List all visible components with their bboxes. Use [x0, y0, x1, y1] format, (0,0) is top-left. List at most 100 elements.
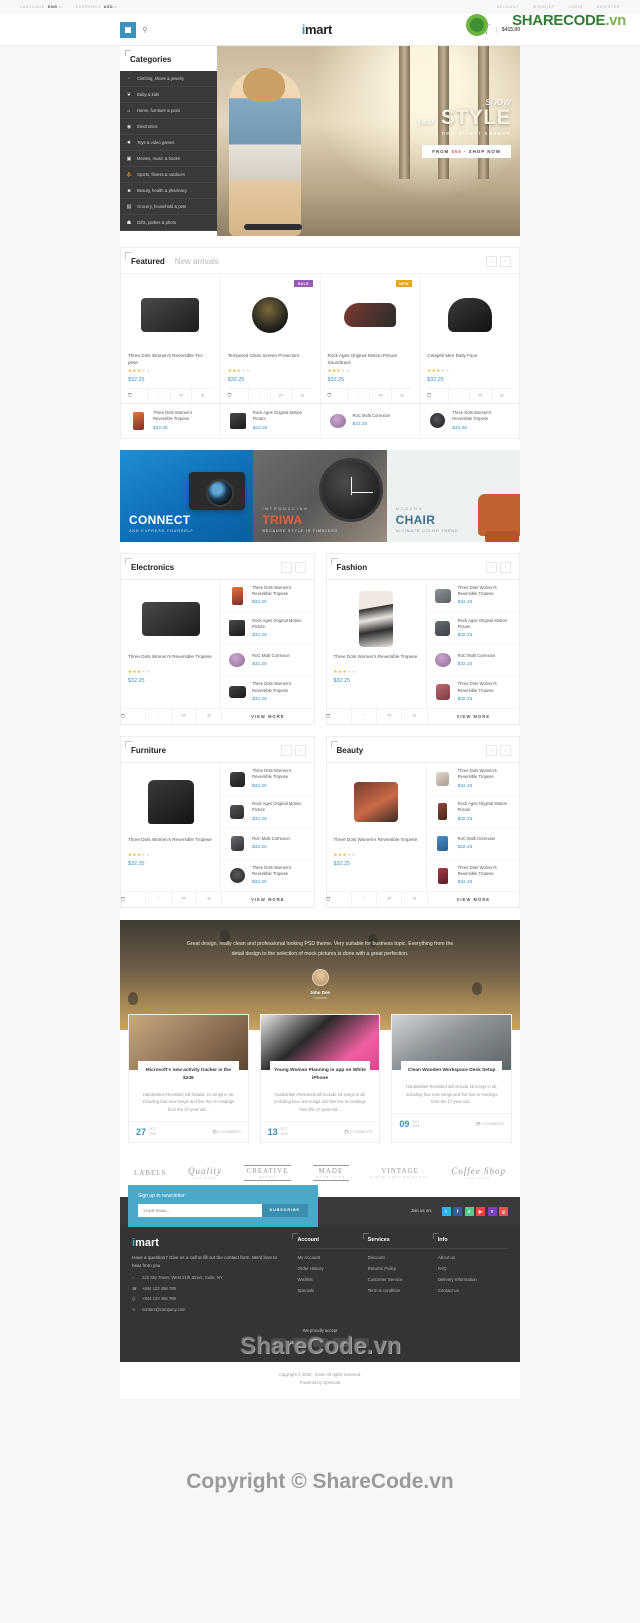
block-list-item[interactable]: Three Dots Women's Reversible Tropese $32… — [426, 580, 519, 613]
product-action-quickview[interactable]: ⊕ — [197, 709, 221, 724]
block-list-item[interactable]: Rock Ages Original Motion Picture $32.25 — [221, 796, 314, 829]
blog-title[interactable]: Young Woman Planning in app on White iPh… — [269, 1061, 371, 1088]
block-prev-button[interactable]: ‹ — [486, 561, 497, 573]
footer-link[interactable]: Order History — [297, 1266, 367, 1271]
product-card[interactable]: SALE Tempered Glass Screen Protectors ★★★★… — [221, 274, 321, 403]
category-item-0[interactable]: ▫ Clothing, shoes & jewelry — [120, 71, 217, 87]
product-name[interactable]: Tempered Glass Screen Protectors — [228, 353, 313, 365]
block-list-item[interactable]: Rock Ages Original Motion Picture $32.25 — [426, 613, 519, 646]
product-card[interactable]: Three Dots Women's Reversible Tro-pese ★★… — [121, 274, 221, 403]
footer-link[interactable]: Specials — [297, 1288, 367, 1293]
blog-comment-count[interactable]: 💬 0 COMMENTS — [345, 1130, 373, 1134]
block-next-button[interactable]: › — [500, 561, 511, 573]
block-list-item[interactable]: RoC Multi Correxion $32.25 — [221, 645, 314, 677]
block-next-button[interactable]: › — [294, 745, 306, 757]
product-action-add-to-cart[interactable]: ⛉ — [228, 389, 250, 403]
search-icon[interactable]: ⚲ — [136, 22, 154, 38]
block-feature-product[interactable]: Three Dots Women's Reversible Tropese ★★★… — [327, 579, 427, 709]
footer-link[interactable]: FAQ — [438, 1266, 508, 1271]
product-card[interactable]: Cetaphil Men Daily Face ★★★★★ $32.25 ⛉ ♡ ⇄ ⊕ — [420, 274, 519, 403]
hero-cta-button[interactable]: FROM $66 - SHOP NOW — [422, 144, 511, 158]
blog-card[interactable]: Young Woman Planning in app on White iPh… — [259, 1014, 381, 1143]
block-list-item[interactable]: Rock Ages Original Motion Picture $32.25 — [221, 613, 314, 646]
vimeo-icon[interactable]: v — [464, 1206, 474, 1216]
google-icon[interactable]: g — [499, 1206, 508, 1216]
product-action-quickview[interactable]: ⊕ — [402, 892, 426, 907]
block-next-button[interactable]: › — [500, 745, 511, 757]
product-action-add-to-cart[interactable]: ⛉ — [327, 892, 352, 908]
product-action-add-to-cart[interactable]: ⛉ — [427, 389, 449, 403]
promo-banner-2[interactable]: INTRODUCING TRIWA BECAUSE STYLE IS TIMELES… — [253, 449, 387, 542]
product-name[interactable]: Rock Ages Original Motion Picture Soundt… — [328, 353, 413, 365]
block-prev-button[interactable]: ‹ — [280, 561, 292, 573]
category-item-4[interactable]: ✸ Toys & video games — [120, 135, 217, 151]
product-action-wishlist[interactable]: ♡ — [149, 389, 171, 403]
block-view-more-button[interactable]: VIEW MORE — [426, 709, 519, 725]
twitter-icon[interactable]: t — [441, 1206, 451, 1216]
category-item-7[interactable]: ■ Beauty, health & pharmacy — [120, 183, 217, 199]
category-item-8[interactable]: ▤ Grocery, household & pets — [120, 199, 217, 215]
product-action-compare[interactable]: ⇄ — [172, 709, 197, 725]
block-list-item[interactable]: RoC Multi Correxion $32.25 — [426, 645, 519, 677]
tab-featured[interactable]: Featured — [131, 257, 165, 266]
newsletter-email-input[interactable] — [138, 1203, 262, 1217]
category-item-1[interactable]: ❦ Baby & kids — [120, 87, 217, 103]
product-action-wishlist[interactable]: ♡ — [449, 389, 471, 403]
block-list-item[interactable]: Three Dots Women's Reversible Tropese $32… — [427, 860, 519, 892]
block-view-more-button[interactable]: VIEW MORE — [426, 892, 519, 908]
block-list-item[interactable]: RoC Multi Correxion $32.25 — [426, 829, 519, 860]
facebook-icon[interactable]: f — [453, 1206, 462, 1216]
mini-product-card[interactable]: Three Dots Women's Reversible Tropese $32… — [420, 404, 519, 438]
feature-name[interactable]: Three Dots Women's Reversible Tropese — [334, 654, 419, 666]
footer-link[interactable]: About us — [438, 1255, 508, 1260]
category-item-2[interactable]: ⌂ Home, furniture & patio — [120, 103, 217, 119]
carousel-next-button[interactable]: › — [500, 256, 511, 267]
block-prev-button[interactable]: ‹ — [280, 745, 292, 757]
product-action-wishlist[interactable]: ♡ — [352, 709, 378, 725]
product-action-add-to-cart[interactable]: ⛉ — [121, 892, 147, 908]
yahoo-icon[interactable]: Y — [487, 1206, 497, 1216]
topbar-link-account[interactable]: ACCOUNT — [497, 5, 519, 9]
footer-link[interactable]: Contact us — [438, 1288, 508, 1293]
blog-card[interactable]: Microsoft's new activity tracker is the … — [128, 1014, 249, 1143]
feature-name[interactable]: Three Dots Women's Reversible Tropese — [334, 837, 419, 849]
youtube-icon[interactable]: ▶ — [476, 1207, 485, 1217]
category-item-6[interactable]: ⛹ Sports, fitness & outdoors — [120, 167, 217, 183]
block-list-item[interactable]: Three Dots Women's Reversible Tropese $32… — [221, 763, 314, 796]
category-item-3[interactable]: ◉ Electronics — [120, 119, 217, 135]
site-logo[interactable]: imart — [154, 22, 480, 37]
footer-link[interactable]: My Account — [297, 1255, 367, 1260]
tab-new-arrivals[interactable]: New arrivals — [175, 257, 219, 266]
product-action-add-to-cart[interactable]: ⛉ — [328, 389, 349, 403]
footer-link[interactable]: Returns Policy — [368, 1266, 438, 1271]
product-name[interactable]: Cetaphil Men Daily Face — [427, 353, 512, 365]
menu-toggle-button[interactable] — [120, 21, 136, 38]
product-action-quickview[interactable]: ⊕ — [192, 389, 212, 403]
block-prev-button[interactable]: ‹ — [486, 745, 497, 757]
product-action-quickview[interactable]: ⊕ — [197, 892, 221, 907]
footer-link[interactable]: Delivery Information — [438, 1277, 508, 1282]
category-item-5[interactable]: ▣ Movies, music & books — [120, 151, 217, 167]
block-list-item[interactable]: RoC Multi Correxion $32.25 — [221, 829, 314, 860]
promo-banner-1[interactable]: CONNECT AND EXPRESS YOURSELF — [120, 449, 254, 542]
product-action-add-to-cart[interactable]: ⛉ — [327, 709, 352, 725]
product-action-compare[interactable]: ⇄ — [470, 389, 492, 403]
block-list-item[interactable]: Three Dots Women's Reversible Tropese $32… — [221, 580, 314, 613]
blog-title[interactable]: Microsoft's new activity tracker is the … — [138, 1061, 239, 1088]
block-list-item[interactable]: Three Dots Women's Reversible Tropese $32… — [221, 676, 313, 708]
mini-product-card[interactable]: Three Dots Women's Reversible Tropese $32… — [121, 404, 221, 438]
topbar-link-login[interactable]: LOGIN — [569, 5, 583, 9]
category-item-9[interactable]: ☗ Gifts, parties & photo — [120, 215, 217, 231]
product-action-compare[interactable]: ⇄ — [171, 389, 193, 403]
product-action-wishlist[interactable]: ♡ — [349, 389, 371, 403]
product-action-add-to-cart[interactable]: ⛉ — [128, 389, 150, 403]
footer-link[interactable]: Term & condition — [368, 1288, 438, 1293]
block-feature-product[interactable]: Three Dots Women's Reversible Tropese ★★★… — [121, 579, 222, 709]
blog-comment-count[interactable]: 💬 0 COMMENTS — [476, 1122, 504, 1126]
footer-link[interactable]: Discount — [368, 1255, 438, 1260]
product-action-add-to-cart[interactable]: ⛉ — [121, 709, 147, 725]
product-action-quickview[interactable]: ⊕ — [402, 709, 426, 724]
block-list-item[interactable]: Three Dots Women's Reversible Tropese $32… — [427, 676, 519, 708]
block-feature-product[interactable]: Three Dots Women's Reversible Tropese ★★★… — [121, 763, 222, 892]
footer-link[interactable]: Wishlist — [297, 1277, 367, 1282]
